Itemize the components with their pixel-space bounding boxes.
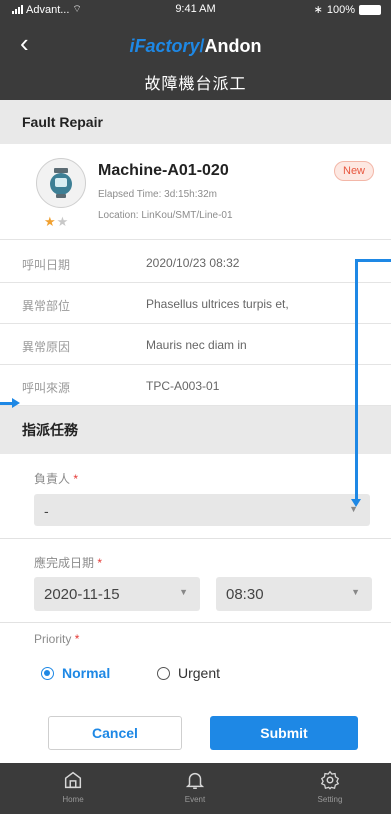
machine-card[interactable]: ★★ Machine-A01-020 Elapsed Time: 3d:15h:…	[0, 144, 391, 240]
info-row-call-source: 呼叫來源 TPC-A003-01	[0, 365, 391, 406]
required-mark: *	[74, 632, 80, 646]
tab-label: Event	[184, 795, 206, 804]
section-title-fault-repair: Fault Repair	[0, 100, 391, 144]
callout-arrowhead-icon	[351, 499, 361, 507]
radio-checked-icon	[41, 666, 54, 680]
home-icon	[64, 771, 82, 789]
priority-normal-radio[interactable]: Normal	[41, 665, 110, 681]
required-mark: *	[97, 556, 103, 570]
assignee-select[interactable]: - ▼	[34, 494, 370, 526]
machine-location: Location: LinKou/SMT/Line-01	[98, 210, 233, 221]
info-row-call-date: 呼叫日期 2020/10/23 08:32	[0, 242, 391, 283]
info-row-fault-cause: 異常原因 Mauris nec diam in	[0, 324, 391, 365]
info-label: 異常部位	[22, 299, 71, 313]
radio-unchecked-icon	[157, 666, 170, 680]
due-date-label-text: 應完成日期	[34, 556, 95, 570]
status-bar: Advant... ⌔ 9:41 AM ∗ 100%	[0, 0, 391, 18]
status-badge: New	[334, 161, 375, 181]
star-filled-icon: ★	[44, 214, 57, 229]
info-value: TPC-A003-01	[146, 379, 220, 393]
star-empty-icon: ★	[56, 214, 70, 229]
tab-label: Home	[62, 795, 84, 804]
section-title-assign-task: 指派任務	[0, 406, 391, 454]
callout-arrowhead-icon	[12, 398, 20, 408]
machine-icon	[36, 158, 86, 208]
rating-stars: ★★	[44, 214, 69, 230]
bluetooth-icon: ∗	[313, 4, 323, 16]
priority-label-text: Priority	[34, 632, 72, 646]
gear-icon	[320, 770, 340, 790]
callout-arrow-line	[355, 259, 358, 502]
priority-urgent-radio[interactable]: Urgent	[157, 665, 220, 681]
info-row-fault-part: 異常部位 Phasellus ultrices turpis et,	[0, 283, 391, 324]
due-date-label: 應完成日期 *	[34, 554, 102, 571]
battery-label: 100%	[326, 3, 355, 16]
assignee-label-text: 負責人	[34, 472, 71, 486]
battery-icon	[359, 4, 381, 15]
divider	[0, 538, 391, 539]
tab-setting[interactable]: Setting	[290, 763, 370, 814]
assignee-value: -	[44, 503, 49, 519]
tab-event[interactable]: Event	[155, 763, 235, 814]
tab-home[interactable]: Home	[33, 763, 113, 814]
info-label: 異常原因	[22, 340, 71, 354]
info-label: 呼叫來源	[22, 381, 71, 395]
info-label: 呼叫日期	[22, 258, 71, 272]
app-brand: iFactory	[129, 36, 200, 56]
page-title: 故障機台派工	[144, 76, 247, 93]
info-value: Mauris nec diam in	[146, 338, 247, 352]
priority-label: Priority *	[34, 632, 79, 646]
tab-label: Setting	[317, 795, 343, 804]
due-date-value: 2020-11-15	[44, 586, 120, 603]
required-mark: *	[73, 472, 79, 486]
app-title: iFactory/Andon	[0, 36, 391, 57]
due-date-select[interactable]: 2020-11-15 ▼	[34, 577, 200, 611]
info-value: 2020/10/23 08:32	[146, 256, 240, 270]
divider	[0, 622, 391, 623]
bell-icon	[185, 772, 205, 789]
bottom-tab-bar: Home Event Setting	[0, 763, 391, 814]
radio-label: Normal	[62, 665, 111, 681]
due-time-select[interactable]: 08:30 ▼	[216, 577, 372, 611]
chevron-down-icon: ▼	[179, 587, 188, 597]
cancel-button[interactable]: Cancel	[48, 716, 182, 750]
info-value: Phasellus ultrices turpis et,	[146, 297, 289, 311]
submit-button[interactable]: Submit	[210, 716, 358, 750]
radio-label: Urgent	[178, 665, 221, 681]
assignee-label: 負責人 *	[34, 470, 78, 487]
app-header: Advant... ⌔ 9:41 AM ∗ 100% ‹ iFactory/An…	[0, 0, 391, 100]
app-name: Andon	[204, 36, 262, 56]
machine-name: Machine-A01-020	[98, 162, 229, 179]
callout-arrow-line	[355, 259, 391, 262]
due-time-value: 08:30	[226, 586, 264, 603]
chevron-down-icon: ▼	[351, 587, 360, 597]
elapsed-time: Elapsed Time: 3d:15h:32m	[98, 189, 217, 200]
